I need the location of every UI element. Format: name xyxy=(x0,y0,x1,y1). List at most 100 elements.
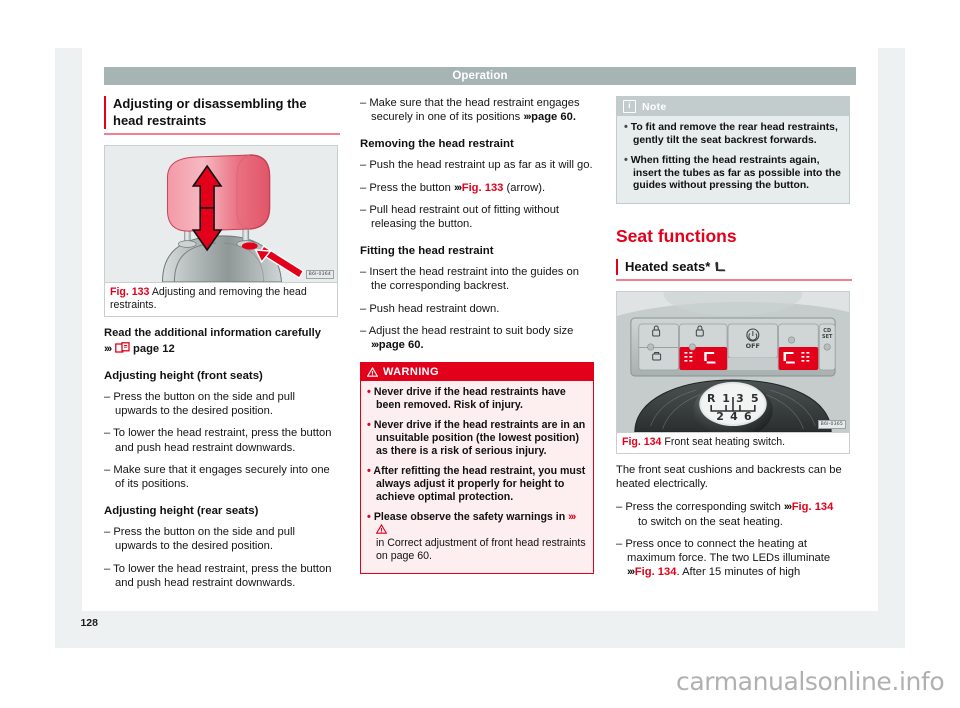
figure-134-caption: Fig. 134 Front seat heating switch. xyxy=(617,432,849,454)
bullet-icon: • xyxy=(367,465,371,478)
read-info-line: Read the additional information carefull… xyxy=(104,326,321,339)
note-item: • When fitting the head restraints again… xyxy=(624,154,842,193)
warning-triangle-icon xyxy=(367,367,378,377)
section-title-seat-functions: Seat functions xyxy=(616,225,737,246)
svg-text:2: 2 xyxy=(716,410,724,423)
heated-seat-icon-svg xyxy=(715,261,726,272)
subheading-adjusting-height-rear: Adjusting height (rear seats) xyxy=(104,505,259,518)
figure-133-code: B6I-0364 xyxy=(305,269,334,279)
list-item: – Push the head restraint up as far as i… xyxy=(360,159,593,172)
heated-seats-intro: The front seat cushions and backrests ca… xyxy=(616,464,842,491)
svg-text:SET: SET xyxy=(822,334,833,340)
booklet-icon-svg xyxy=(115,341,130,353)
figure-reference: Fig. 134 xyxy=(791,501,834,514)
booklet-icon xyxy=(115,341,130,354)
heading-text: Heated seats* xyxy=(616,258,852,276)
list-item: – Press the button on the side and pull … xyxy=(104,391,295,418)
read-info-page-ref: ››› page 12 xyxy=(104,341,340,356)
chevron-icon: ››› xyxy=(568,511,576,524)
svg-text:1: 1 xyxy=(722,392,730,405)
heading-underline xyxy=(104,133,340,135)
warning-box-body: • Never drive if the head restraints hav… xyxy=(361,381,593,573)
figure-134: OFF CD SET R 1 3 5 2 4 6 B6I-0365 Fig. 1… xyxy=(616,291,850,455)
column-middle: – Make sure that the head restraint enga… xyxy=(360,96,596,583)
svg-text:5: 5 xyxy=(751,392,759,405)
list-item: – To lower the head restraint, press the… xyxy=(104,562,332,589)
read-info-page-text: page 12 xyxy=(133,342,175,355)
info-icon: i xyxy=(623,100,636,113)
subheading-adjusting-height-front: Adjusting height (front seats) xyxy=(104,370,263,382)
warning-box-header: WARNING xyxy=(361,363,593,382)
list-item-suffix: (arrow). xyxy=(506,181,546,194)
list-item: – To lower the head restraint, press the… xyxy=(104,427,332,454)
warning-item: • After refitting the head restraint, yo… xyxy=(367,465,586,504)
note-box: i Note • To fit and remove the rear head… xyxy=(616,96,850,204)
heading-underline xyxy=(616,279,852,282)
center-console-illustration: OFF CD SET R 1 3 5 2 4 6 xyxy=(617,292,849,433)
warning-item-text: Please observe the safety warnings in xyxy=(373,511,566,524)
note-box-body: • To fit and remove the rear head restra… xyxy=(617,116,849,203)
bullet-icon: • xyxy=(624,154,628,167)
figure-134-caption-text: Front seat heating switch. xyxy=(664,436,786,449)
note-item-text: When fitting the head restraints again, … xyxy=(630,155,841,192)
head-restraint-illustration xyxy=(105,145,337,282)
list-item-text: To lower the head restraint, press the b… xyxy=(113,562,332,589)
warning-item-text: After refitting the head restraint, you … xyxy=(373,465,586,504)
heading-label: Heated seats* xyxy=(625,258,711,274)
figure-134-number: Fig. 134 xyxy=(622,436,662,449)
page-number: 128 xyxy=(80,617,98,629)
bullet-icon: • xyxy=(624,121,628,133)
page-reference: page 60. xyxy=(378,339,424,352)
svg-text:3: 3 xyxy=(736,392,744,405)
figure-133-caption: Fig. 133 Adjusting and removing the head… xyxy=(105,281,337,316)
figure-133-image: B6I-0364 xyxy=(105,145,337,282)
figure-134-code: B6I-0365 xyxy=(817,420,846,430)
list-item: – Press once to connect the heating at m… xyxy=(616,537,831,579)
figure-reference: Fig. 133 xyxy=(461,181,504,194)
chevron-icon: ››› xyxy=(453,181,462,194)
figure-reference: Fig. 134 xyxy=(634,566,677,579)
list-item-text: Pull head restraint out of fitting witho… xyxy=(369,203,560,231)
chevron-icon: ››› xyxy=(104,342,112,355)
warning-item: • Please observe the safety warnings in … xyxy=(367,511,586,563)
list-item-text: Adjust the head restraint to suit body s… xyxy=(368,324,574,337)
note-item: • To fit and remove the rear head restra… xyxy=(624,121,842,147)
bullet-icon: • xyxy=(367,511,371,524)
chevron-icon: ››› xyxy=(371,339,379,352)
page-reference: page 60. xyxy=(531,111,576,124)
figure-133-number: Fig. 133 xyxy=(110,285,150,298)
column-left: Adjusting or disassembling the head rest… xyxy=(104,96,340,598)
list-item-text: Press once to connect the heating at max… xyxy=(625,537,831,565)
heading-text: Adjusting or disassembling the head rest… xyxy=(104,96,340,129)
chevron-icon: ››› xyxy=(523,111,531,124)
warning-item: • Never drive if the head restraints hav… xyxy=(367,386,586,412)
chevron-icon: ››› xyxy=(627,566,635,579)
list-item-text: Press the button on the side and pull up… xyxy=(113,526,295,553)
list-item-text: Press the corresponding switch xyxy=(625,501,781,514)
warning-item: • Never drive if the head restraints are… xyxy=(367,419,586,458)
list-item: – Pull head restraint out of fitting wit… xyxy=(360,203,560,231)
bullet-icon: • xyxy=(367,419,371,432)
warning-item-text: Never drive if the head restraints are i… xyxy=(373,419,586,458)
warning-item-text: Never drive if the head restraints have … xyxy=(373,386,566,412)
list-item: – Adjust the head restraint to suit body… xyxy=(360,324,574,352)
list-item-text: Push head restraint down. xyxy=(369,302,500,315)
list-item: – Make sure that the head restraint enga… xyxy=(360,97,580,124)
running-header: Operation xyxy=(104,67,856,85)
svg-text:OFF: OFF xyxy=(746,342,760,350)
list-item-text: Press the button xyxy=(369,181,451,194)
list-item-continuation: to switch on the seat heating. xyxy=(638,515,783,528)
site-watermark: carmanualsonline.info xyxy=(676,667,945,696)
warning-triangle-icon xyxy=(376,524,387,534)
list-item-text: Insert the head restraint into the guide… xyxy=(369,266,579,293)
list-item-text: Push the head restraint up as far as it … xyxy=(369,159,593,172)
bullet-icon: • xyxy=(367,386,371,399)
svg-text:4: 4 xyxy=(730,410,738,423)
note-item-text: To fit and remove the rear head restrain… xyxy=(630,122,838,146)
list-item-text: Make sure that it engages securely into … xyxy=(113,463,330,491)
list-item: – Press the button ›››Fig. 133 (arrow). xyxy=(360,181,546,194)
list-item-continuation: . After 15 minutes of high xyxy=(676,566,801,579)
list-item: – Press the corresponding switch ›››Fig.… xyxy=(616,501,834,528)
subheading-fitting-head-restraint: Fitting the head restraint xyxy=(360,245,494,258)
chevron-icon: ››› xyxy=(783,501,792,514)
